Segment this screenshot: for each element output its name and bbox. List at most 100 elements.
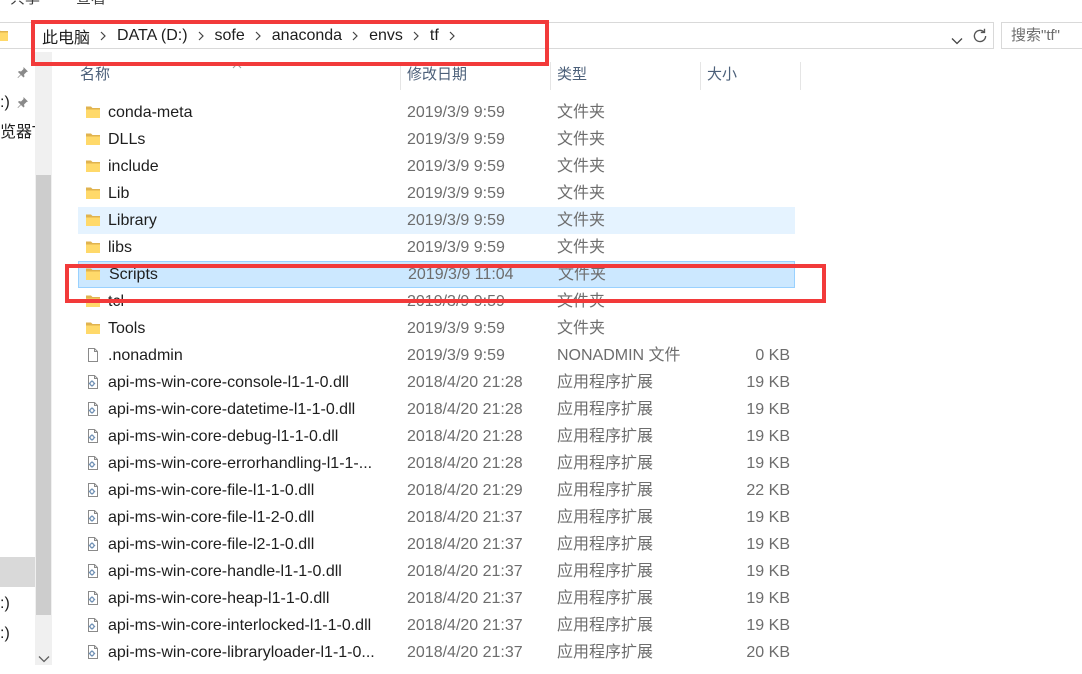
file-date-modified: 2019/3/9 9:59	[407, 104, 505, 121]
search-input[interactable]	[1002, 23, 1082, 48]
folder-icon	[85, 320, 101, 336]
nav-item-drive[interactable]: :)	[0, 594, 10, 614]
folder-row[interactable]: conda-meta 2019/3/9 9:59 文件夹	[78, 99, 795, 126]
file-row[interactable]: api-ms-win-core-handle-l1-1-0.dll 2018/4/…	[78, 558, 795, 585]
breadcrumb: 此电脑 DATA (D:) sofe anaconda envs tf	[42, 23, 466, 48]
chevron-right-icon[interactable]	[100, 31, 106, 41]
folder-row[interactable]: Tools 2019/3/9 9:59 文件夹	[78, 315, 795, 342]
file-row[interactable]: api-ms-win-core-file-l2-1-0.dll 2018/4/20…	[78, 531, 795, 558]
file-row[interactable]: api-ms-win-core-errorhandling-l1-1-... 20…	[78, 450, 795, 477]
file-name: api-ms-win-core-datetime-l1-1-0.dll	[108, 401, 356, 418]
file-date-modified: 2018/4/20 21:29	[407, 482, 523, 499]
folder-row[interactable]: DLLs 2019/3/9 9:59 文件夹	[78, 126, 795, 153]
file-type: 应用程序扩展	[557, 428, 654, 445]
file-type: 应用程序扩展	[557, 617, 654, 634]
column-header-date[interactable]: 修改日期	[407, 62, 467, 88]
dll-icon	[85, 428, 101, 444]
column-header-name[interactable]: 名称	[80, 62, 110, 88]
nav-item-drive[interactable]: :)	[0, 93, 10, 113]
file-date-modified: 2019/3/9 9:59	[407, 158, 505, 175]
file-row[interactable]: api-ms-win-core-file-l1-2-0.dll 2018/4/20…	[78, 504, 795, 531]
folder-icon	[85, 212, 101, 228]
column-header-type[interactable]: 类型	[557, 62, 587, 88]
folder-icon	[85, 293, 101, 309]
file-row[interactable]: api-ms-win-core-datetime-l1-1-0.dll 2018/…	[78, 396, 795, 423]
search-box[interactable]	[1001, 22, 1082, 49]
nav-item-selected[interactable]	[0, 557, 35, 587]
nav-scrollbar-thumb[interactable]	[36, 175, 51, 615]
dll-icon	[85, 455, 101, 471]
column-divider[interactable]	[400, 62, 401, 90]
folder-icon	[85, 266, 101, 282]
ribbon-tab-view[interactable]: 查看	[76, 0, 106, 9]
column-divider[interactable]	[800, 62, 801, 90]
dll-icon	[85, 563, 101, 579]
file-type: 文件夹	[558, 266, 607, 283]
file-date-modified: 2018/4/20 21:28	[407, 428, 523, 445]
file-date-modified: 2019/3/9 9:59	[407, 131, 505, 148]
folder-row[interactable]: Lib 2019/3/9 9:59 文件夹	[78, 180, 795, 207]
chevron-right-icon[interactable]	[413, 31, 419, 41]
file-date-modified: 2019/3/9 11:04	[408, 266, 514, 283]
chevron-down-icon[interactable]	[951, 32, 963, 50]
breadcrumb-tf[interactable]: tf	[430, 27, 439, 45]
file-size: 19 KB	[746, 590, 790, 607]
nav-item-drive[interactable]: :)	[0, 624, 10, 644]
file-size: 19 KB	[746, 617, 790, 634]
chevron-right-icon[interactable]	[255, 31, 261, 41]
chevron-right-icon[interactable]	[449, 31, 455, 41]
file-size: 22 KB	[746, 482, 790, 499]
file-type: 文件夹	[557, 212, 606, 229]
folder-row[interactable]: include 2019/3/9 9:59 文件夹	[78, 153, 795, 180]
file-name: api-ms-win-core-libraryloader-l1-1-0...	[108, 644, 375, 661]
file-type: 文件夹	[557, 104, 606, 121]
breadcrumb-this-pc[interactable]: 此电脑	[42, 24, 90, 48]
address-bar[interactable]: 此电脑 DATA (D:) sofe anaconda envs tf	[0, 22, 994, 49]
file-type: 文件夹	[557, 293, 606, 310]
breadcrumb-sofe[interactable]: sofe	[215, 27, 245, 45]
file-row[interactable]: api-ms-win-core-libraryloader-l1-1-0... 2…	[78, 639, 795, 666]
file-name: Library	[108, 212, 157, 229]
file-type: 应用程序扩展	[557, 455, 654, 472]
file-row[interactable]: api-ms-win-core-heap-l1-1-0.dll 2018/4/20…	[78, 585, 795, 612]
breadcrumb-envs[interactable]: envs	[369, 27, 403, 45]
column-header-size[interactable]: 大小	[707, 62, 737, 88]
nav-item-browser[interactable]: 览器T	[0, 123, 35, 143]
file-name: api-ms-win-core-file-l2-1-0.dll	[108, 536, 315, 553]
refresh-icon[interactable]	[971, 27, 989, 45]
folder-row[interactable]: Library 2019/3/9 9:59 文件夹	[78, 207, 795, 234]
column-divider[interactable]	[550, 62, 551, 90]
file-size: 0 KB	[755, 347, 790, 364]
file-row[interactable]: .nonadmin 2019/3/9 9:59 NONADMIN 文件 0 KB	[78, 342, 795, 369]
file-row[interactable]: api-ms-win-core-interlocked-l1-1-0.dll 20…	[78, 612, 795, 639]
breadcrumb-data-drive[interactable]: DATA (D:)	[117, 27, 188, 45]
pin-icon[interactable]	[16, 66, 29, 85]
file-name: Lib	[108, 185, 130, 202]
breadcrumb-anaconda[interactable]: anaconda	[272, 27, 342, 45]
file-size: 19 KB	[746, 455, 790, 472]
file-name: api-ms-win-core-debug-l1-1-0.dll	[108, 428, 339, 445]
chevron-down-icon[interactable]	[38, 650, 50, 668]
file-type: 应用程序扩展	[557, 509, 654, 526]
file-row[interactable]: api-ms-win-core-debug-l1-1-0.dll 2018/4/2…	[78, 423, 795, 450]
column-divider[interactable]	[700, 62, 701, 90]
chevron-right-icon[interactable]	[198, 31, 204, 41]
file-date-modified: 2018/4/20 21:28	[407, 455, 523, 472]
file-date-modified: 2019/3/9 9:59	[407, 320, 505, 337]
file-size: 19 KB	[746, 509, 790, 526]
file-name: api-ms-win-core-console-l1-1-0.dll	[108, 374, 349, 391]
chevron-right-icon[interactable]	[352, 31, 358, 41]
file-size: 19 KB	[746, 401, 790, 418]
file-name: api-ms-win-core-interlocked-l1-1-0.dll	[108, 617, 372, 634]
folder-row[interactable]: libs 2019/3/9 9:59 文件夹	[78, 234, 795, 261]
file-date-modified: 2018/4/20 21:37	[407, 617, 523, 634]
folder-row[interactable]: Scripts 2019/3/9 11:04 文件夹	[78, 261, 795, 288]
file-date-modified: 2018/4/20 21:37	[407, 590, 523, 607]
file-row[interactable]: api-ms-win-core-file-l1-1-0.dll 2018/4/20…	[78, 477, 795, 504]
pin-icon[interactable]	[16, 96, 29, 115]
folder-icon	[85, 185, 101, 201]
file-date-modified: 2019/3/9 9:59	[407, 293, 505, 310]
folder-row[interactable]: tcl 2019/3/9 9:59 文件夹	[78, 288, 795, 315]
file-row[interactable]: api-ms-win-core-console-l1-1-0.dll 2018/4…	[78, 369, 795, 396]
dll-icon	[85, 590, 101, 606]
